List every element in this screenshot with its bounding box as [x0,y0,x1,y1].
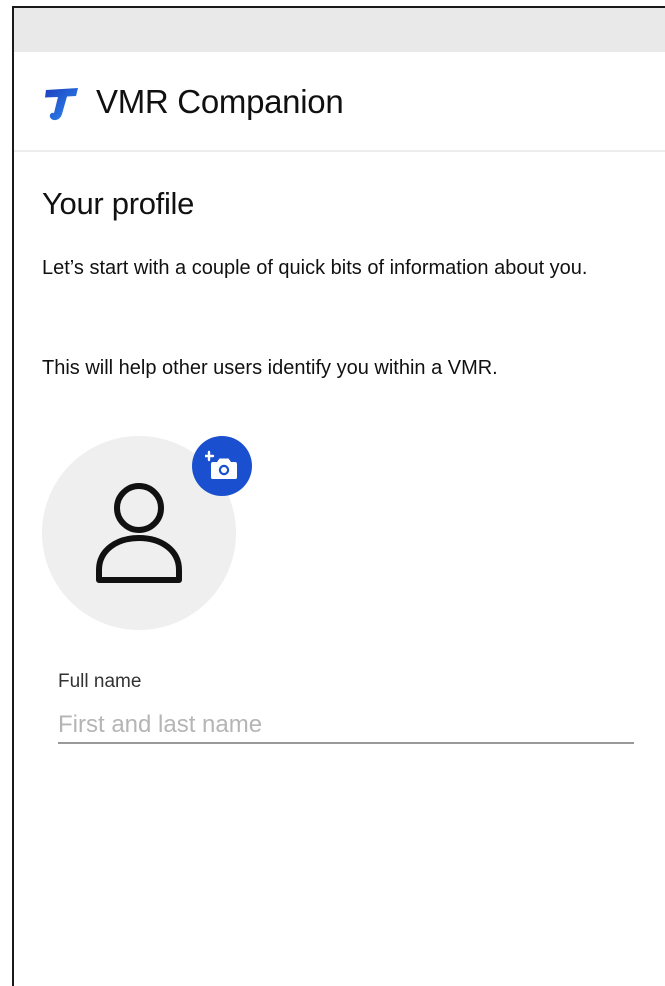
full-name-field: Full name [58,670,634,744]
add-photo-button[interactable] [192,436,252,496]
add-photo-camera-icon [205,450,237,479]
telstra-logo-icon [42,84,82,124]
app-window: VMR Companion Your profile Let’s start w… [12,6,665,986]
full-name-input[interactable] [58,708,634,744]
app-header: VMR Companion [14,52,665,152]
intro-text: Let’s start with a couple of quick bits … [42,257,588,279]
note-text: This will help other users identify you … [42,357,498,379]
page-title: Your profile [42,186,195,221]
full-name-label: Full name [58,671,142,692]
avatar-section [42,436,254,636]
status-bar [14,8,665,52]
person-icon [96,483,182,583]
app-title: VMR Companion [96,83,344,120]
